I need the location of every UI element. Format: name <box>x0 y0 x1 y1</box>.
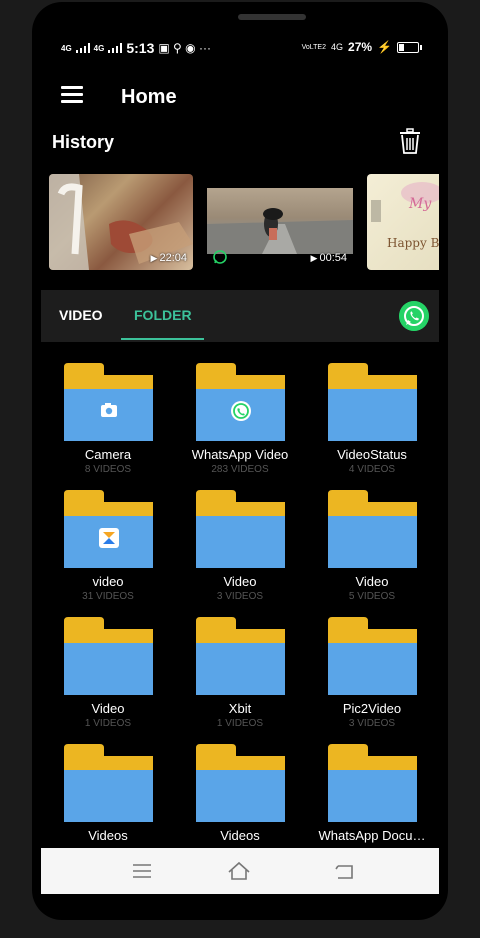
folder-icon <box>328 490 417 568</box>
tab-folder[interactable]: FOLDER <box>134 307 192 323</box>
history-heading: History <box>52 132 115 152</box>
folder-item[interactable]: Video 5 VIDEOS <box>307 487 437 607</box>
folder-item[interactable]: VideoStatus 4 VIDEOS <box>307 360 437 480</box>
duration-label: ▶ 00:54 <box>310 252 347 264</box>
camera-icon <box>101 403 117 417</box>
home-icon[interactable] <box>227 860 251 882</box>
folder-name: Camera <box>84 447 132 462</box>
play-icon: ▶ <box>310 253 318 263</box>
trash-icon[interactable] <box>399 128 421 154</box>
folder-icon <box>328 617 417 695</box>
thumbnail-scene <box>207 208 353 254</box>
history-thumbnail[interactable]: My Happy B <box>367 174 439 270</box>
folder-item[interactable]: Videos <box>175 741 305 861</box>
folder-name: Videos <box>88 828 128 843</box>
folder-video-count: 283 VIDEOS <box>211 464 269 475</box>
tab-video[interactable]: VIDEO <box>59 307 103 323</box>
folder-item[interactable]: Video 1 VIDEOS <box>43 614 173 734</box>
thumbnail-text: My <box>409 196 432 212</box>
history-thumbnail[interactable]: ▶ 22:04 <box>49 174 193 270</box>
folder-name: WhatsApp Video <box>191 447 289 462</box>
decor-shape <box>371 200 381 222</box>
whatsapp-icon[interactable] <box>399 301 429 331</box>
battery-percent: 27% <box>348 40 373 54</box>
network-left: 4G <box>61 43 72 53</box>
folder-icon <box>328 363 417 441</box>
xender-icon <box>99 528 119 548</box>
folder-name: video <box>92 574 124 589</box>
folder-video-count: 1 VIDEOS <box>216 718 264 729</box>
history-carousel[interactable]: ▶ 22:04 ▶ 00:54 My Happy B <box>49 174 439 270</box>
charging-icon: ⚡ <box>377 40 392 54</box>
tab-bar: VIDEO FOLDER <box>41 290 439 342</box>
folder-video-count: 5 VIDEOS <box>348 591 396 602</box>
folder-video-count: 8 VIDEOS <box>84 464 132 475</box>
folder-item[interactable]: WhatsApp Video 283 VIDEOS <box>175 360 305 480</box>
folder-name: Xbit <box>228 701 252 716</box>
folder-icon <box>64 744 153 822</box>
thumbnail-text: Happy B <box>387 236 439 250</box>
signal-icon <box>108 43 123 53</box>
folder-name: Video <box>91 701 125 716</box>
battery-icon <box>397 41 422 53</box>
folder-name: Pic2Video <box>342 701 402 716</box>
folder-icon <box>196 744 285 822</box>
folder-video-count: 4 VIDEOS <box>348 464 396 475</box>
folder-item[interactable]: WhatsApp Docu… <box>307 741 437 861</box>
folder-item[interactable]: Pic2Video 3 VIDEOS <box>307 614 437 734</box>
system-nav-bar <box>41 848 439 894</box>
app-bar: Home <box>41 78 439 118</box>
thumbnail-image <box>207 188 353 254</box>
menu-icon[interactable] <box>130 860 154 882</box>
folder-item[interactable]: Videos <box>43 741 173 861</box>
hamburger-icon[interactable] <box>61 86 83 104</box>
active-tab-indicator <box>121 338 204 340</box>
folder-icon <box>196 490 285 568</box>
folder-icon <box>196 617 285 695</box>
page-title: Home <box>121 86 177 108</box>
folder-video-count: 3 VIDEOS <box>216 591 264 602</box>
signal-icon <box>75 43 90 53</box>
whatsapp-icon <box>213 250 227 264</box>
folder-item[interactable]: Video 3 VIDEOS <box>175 487 305 607</box>
folder-item[interactable]: Camera 8 VIDEOS <box>43 360 173 480</box>
app-screen: 4G 4G 5:13 ▣ ⚲ ◉ ··· VoLTE2 4G 27% ⚡ Hom… <box>41 30 439 896</box>
folder-name: Videos <box>220 828 260 843</box>
history-thumbnail[interactable]: ▶ 00:54 <box>207 174 353 270</box>
folder-name: Video <box>223 574 257 589</box>
notification-icons: ▣ ⚲ ◉ ··· <box>158 41 211 55</box>
folder-video-count: 1 VIDEOS <box>84 718 132 729</box>
back-icon[interactable] <box>333 860 357 882</box>
folder-video-count: 31 VIDEOS <box>82 591 134 602</box>
status-bar: 4G 4G 5:13 ▣ ⚲ ◉ ··· VoLTE2 4G 27% ⚡ <box>41 38 439 60</box>
folder-item[interactable]: Xbit 1 VIDEOS <box>175 614 305 734</box>
folder-item[interactable]: video 31 VIDEOS <box>43 487 173 607</box>
folder-icon <box>64 363 153 441</box>
network-right: 4G <box>93 43 105 53</box>
duration-label: ▶ 22:04 <box>150 252 187 264</box>
play-icon: ▶ <box>150 253 158 263</box>
folder-icon <box>64 617 153 695</box>
folder-icon <box>328 744 417 822</box>
folder-icon <box>64 490 153 568</box>
speaker-grille <box>238 14 306 20</box>
folder-video-count: 3 VIDEOS <box>348 718 396 729</box>
folder-icon <box>196 363 285 441</box>
network-4g: 4G <box>331 42 344 52</box>
folder-name: VideoStatus <box>337 447 407 462</box>
status-time: 5:13 <box>126 40 155 56</box>
whatsapp-icon <box>231 401 251 421</box>
folder-name: Video <box>355 574 389 589</box>
volte-indicator: VoLTE2 <box>301 43 326 51</box>
folder-name: WhatsApp Docu… <box>318 828 426 843</box>
